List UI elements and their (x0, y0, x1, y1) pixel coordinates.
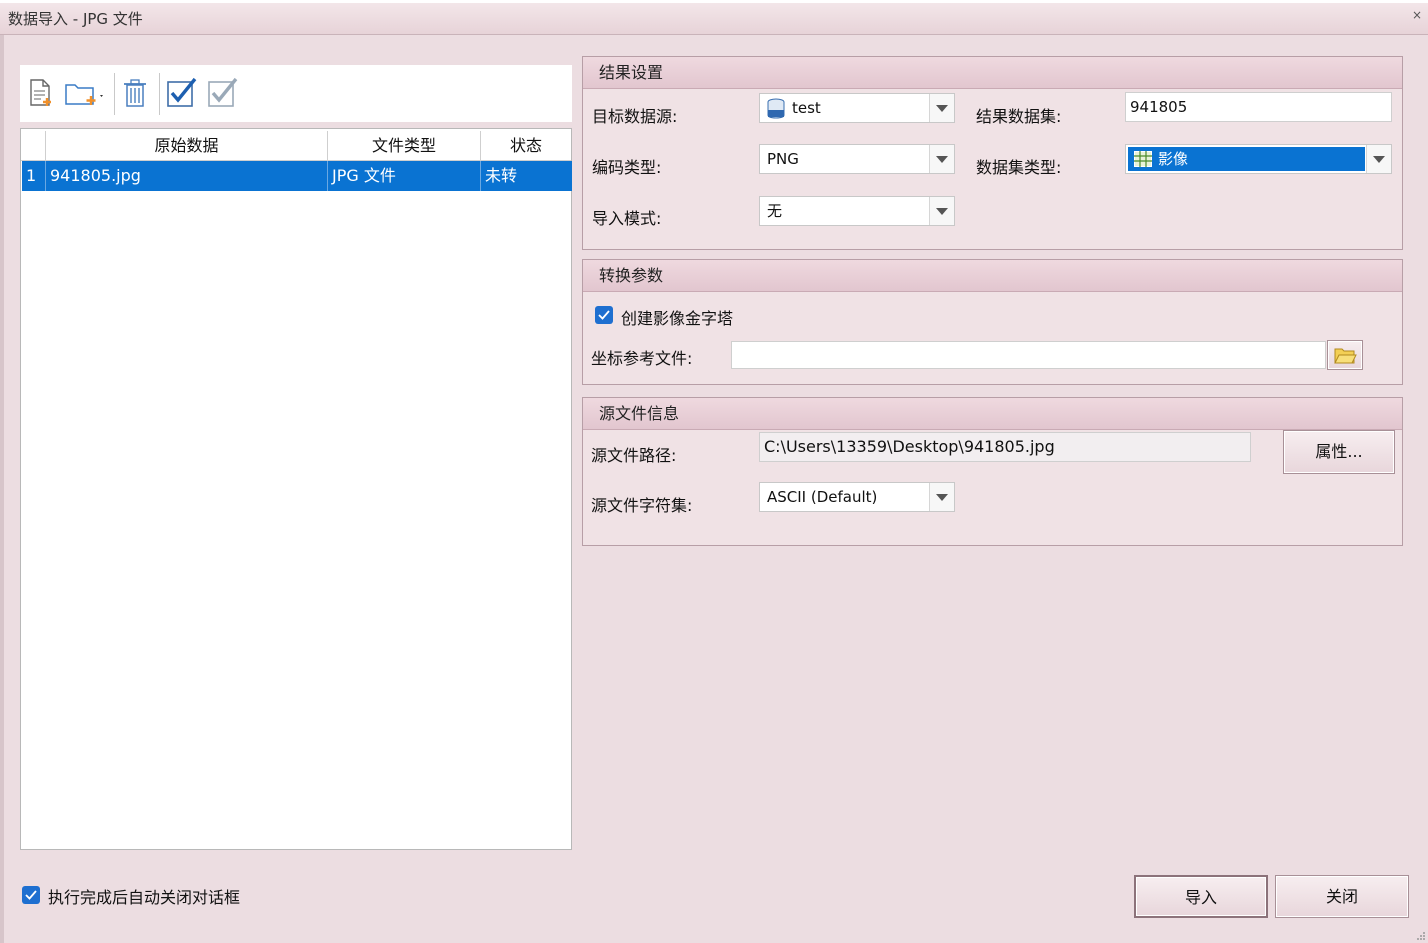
dataset-type-value: 影像 (1158, 150, 1189, 168)
source-path-label: 源文件路径: (591, 446, 677, 465)
conversion-params-group: 转换参数 创建影像金字塔 坐标参考文件: (582, 259, 1403, 385)
select-all-button[interactable] (164, 76, 198, 110)
checkmark-icon (25, 890, 37, 900)
datasource-icon (767, 98, 785, 119)
close-window-button[interactable]: × (1412, 8, 1422, 22)
result-settings-group: 结果设置 目标数据源: test 结果数据集: 941805 编码类型: PNG… (582, 56, 1403, 250)
row-header-corner (21, 131, 46, 161)
resize-grip-icon[interactable] (1416, 931, 1426, 941)
source-info-title: 源文件信息 (583, 398, 1402, 430)
pyramid-checkbox[interactable] (595, 306, 613, 324)
checkmark-icon (598, 310, 610, 320)
import-mode-value: 无 (767, 202, 783, 220)
result-dataset-value: 941805 (1130, 98, 1188, 116)
browse-coord-file-button[interactable] (1327, 340, 1363, 370)
table-row[interactable]: 1 941805.jpg JPG 文件 未转 (22, 161, 572, 191)
source-charset-select[interactable]: ASCII (Default) (759, 482, 955, 512)
properties-button[interactable]: 属性... (1283, 430, 1395, 474)
encoding-value: PNG (767, 150, 799, 168)
result-settings-title: 结果设置 (583, 57, 1402, 89)
chevron-down-icon[interactable] (929, 145, 954, 173)
toolbar-separator (159, 73, 160, 115)
open-folder-icon (1334, 348, 1357, 364)
file-toolbar (20, 65, 572, 122)
import-mode-select[interactable]: 无 (759, 196, 955, 226)
column-header-type[interactable]: 文件类型 (328, 131, 481, 161)
add-file-icon (30, 79, 51, 106)
invert-select-button[interactable] (205, 76, 239, 110)
check-all-icon (167, 77, 197, 107)
target-datasource-select[interactable]: test (759, 93, 955, 123)
target-datasource-label: 目标数据源: (592, 107, 678, 126)
coord-file-label: 坐标参考文件: (591, 349, 693, 368)
pyramid-label[interactable]: 创建影像金字塔 (621, 305, 733, 329)
encoding-select[interactable]: PNG (759, 144, 955, 174)
cell-status: 未转 (485, 166, 518, 185)
add-folder-icon (65, 84, 103, 105)
column-header-status[interactable]: 状态 (481, 131, 571, 161)
dataset-type-label: 数据集类型: (976, 158, 1062, 177)
cell-source: 941805.jpg (46, 161, 328, 191)
check-invert-icon (208, 77, 238, 107)
chevron-down-icon[interactable] (929, 483, 954, 511)
coord-file-input[interactable] (731, 341, 1326, 369)
result-dataset-label: 结果数据集: (976, 107, 1062, 126)
cell-type: JPG 文件 (328, 161, 481, 191)
toolbar-separator (114, 73, 115, 115)
source-charset-value: ASCII (Default) (767, 488, 878, 506)
dataset-type-select[interactable]: 影像 (1125, 144, 1392, 174)
source-path-value: C:\Users\13359\Desktop\941805.jpg (764, 437, 1055, 456)
add-file-button[interactable] (24, 76, 58, 110)
conversion-params-title: 转换参数 (583, 260, 1402, 292)
auto-close-label[interactable]: 执行完成后自动关闭对话框 (48, 884, 240, 908)
target-datasource-value: test (792, 99, 821, 117)
source-info-group: 源文件信息 源文件路径: C:\Users\13359\Desktop\9418… (582, 397, 1403, 546)
result-dataset-input[interactable]: 941805 (1125, 92, 1392, 122)
window-title: 数据导入 - JPG 文件 (8, 10, 143, 28)
file-list-grid[interactable]: 原始数据 文件类型 状态 1 941805.jpg JPG 文件 未转 (20, 128, 572, 850)
chevron-down-icon[interactable] (929, 197, 954, 225)
delete-button[interactable] (118, 76, 152, 110)
close-button[interactable]: 关闭 (1275, 875, 1409, 918)
source-charset-label: 源文件字符集: (591, 496, 693, 515)
window-left-edge (0, 35, 4, 943)
add-folder-button[interactable] (62, 76, 108, 110)
column-header-source[interactable]: 原始数据 (46, 131, 328, 161)
encoding-label: 编码类型: (592, 158, 662, 177)
auto-close-checkbox[interactable] (22, 886, 40, 904)
delete-icon (124, 79, 146, 107)
row-index: 1 (22, 161, 46, 191)
raster-grid-icon (1134, 151, 1152, 167)
import-button[interactable]: 导入 (1134, 875, 1268, 918)
title-bar (0, 0, 1428, 35)
import-mode-label: 导入模式: (592, 209, 662, 228)
source-path-field: C:\Users\13359\Desktop\941805.jpg (759, 432, 1251, 462)
chevron-down-icon[interactable] (929, 94, 954, 122)
chevron-down-icon[interactable] (1366, 145, 1391, 173)
